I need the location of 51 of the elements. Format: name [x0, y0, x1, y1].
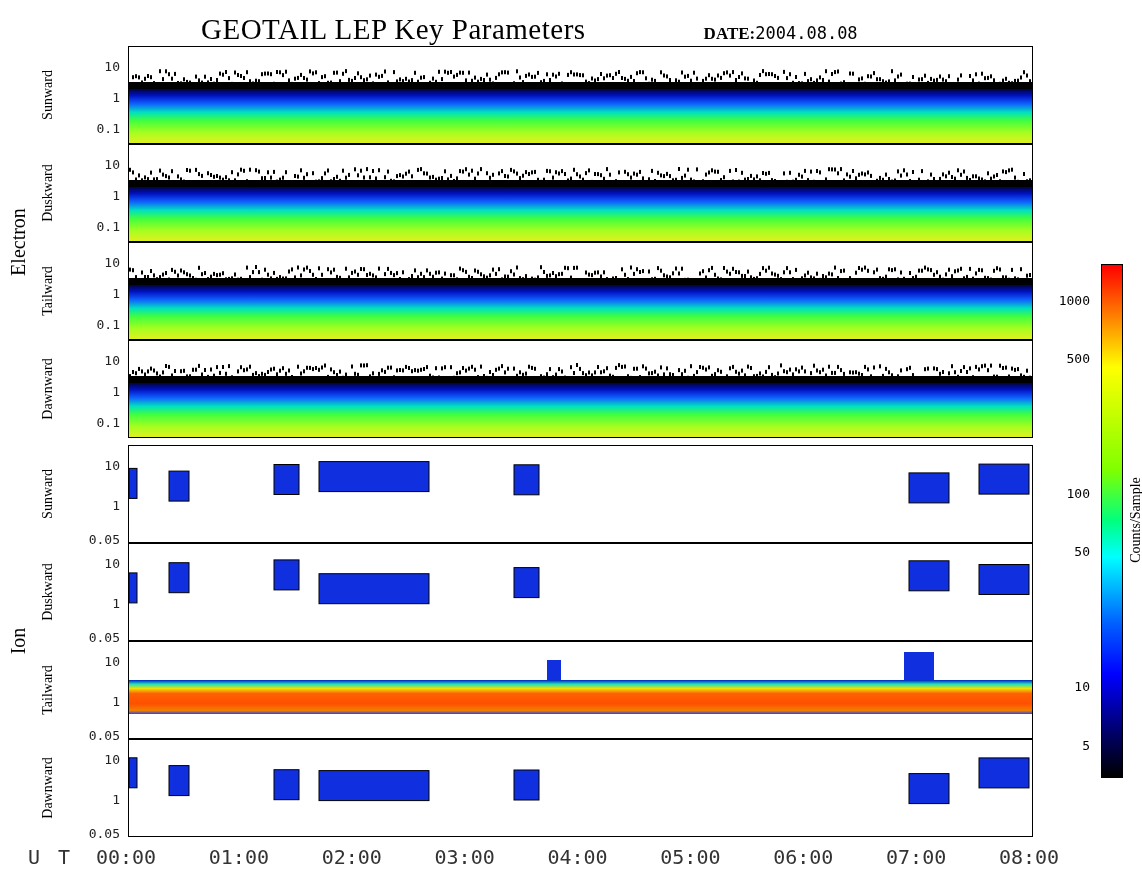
- panel-label: Tailward: [40, 266, 56, 316]
- panel-label: Duskward: [40, 563, 56, 621]
- axis-tick-label: 10: [104, 58, 120, 74]
- group-label: Electron: [6, 208, 30, 276]
- date-label: DATE:2004.08.08: [703, 23, 858, 45]
- axis-tick-label: 0.05: [88, 629, 120, 645]
- axis-tick-label: 03:00: [434, 845, 495, 869]
- axis-tick-label: 1: [112, 89, 120, 105]
- axis-tick-label: 10: [104, 156, 120, 172]
- colorbar-tick-label: 500: [1066, 350, 1090, 366]
- axis-tick-label: 0.05: [88, 727, 120, 743]
- colorbar-tick-label: 5: [1082, 737, 1090, 753]
- axis-tick-label: 0.05: [88, 531, 120, 547]
- axis-tick-label: 1: [112, 497, 120, 513]
- colorbar-tick-label: 50: [1074, 543, 1090, 559]
- axis-tick-label: 01:00: [208, 845, 269, 869]
- colorbar-tick-label: 100: [1066, 485, 1090, 501]
- axis-tick-label: 0.1: [96, 414, 120, 430]
- panel-label: Tailward: [40, 665, 56, 715]
- axis-tick-label: 0.1: [96, 316, 120, 332]
- axis-tick-label: 07:00: [886, 845, 947, 869]
- colorbar-tick-label: 1000: [1058, 292, 1090, 308]
- axis-tick-label: 1: [112, 187, 120, 203]
- axis-tick-label: 04:00: [547, 845, 608, 869]
- axis-tick-label: 1: [112, 693, 120, 709]
- panel-label: Sunward: [40, 469, 56, 519]
- axis-tick-label: 06:00: [773, 845, 834, 869]
- axis-tick-label: 10: [104, 457, 120, 473]
- axis-tick-label: 1: [112, 791, 120, 807]
- axis-tick-label: 10: [104, 555, 120, 571]
- axis-tick-label: 10: [104, 352, 120, 368]
- panel-label: Duskward: [40, 164, 56, 222]
- axis-tick-label: 0.1: [96, 218, 120, 234]
- axis-tick-label: 10: [104, 751, 120, 767]
- axis-tick-label: 08:00: [998, 845, 1060, 869]
- axis-tick-label: 00:00: [95, 845, 157, 869]
- panel-label: Dawnward: [40, 757, 56, 819]
- axis-tick-label: 10: [104, 254, 120, 270]
- panel-label: Dawnward: [40, 358, 56, 420]
- colorbar-tick-label: 10: [1074, 678, 1090, 694]
- axis-tick-label: 1: [112, 285, 120, 301]
- axis-tick-label: 02:00: [321, 845, 382, 869]
- axis-tick-label: 0.05: [88, 825, 120, 841]
- axis-tick-label: 0.1: [96, 120, 120, 136]
- group-label: Ion: [6, 627, 30, 655]
- plot-title: GEOTAIL LEP Key Parameters: [201, 13, 586, 46]
- axis-tick-label: 05:00: [660, 845, 721, 869]
- axis-tick-label: 1: [112, 595, 120, 611]
- axis-tick-label: 10: [104, 653, 120, 669]
- axis-tick-label: 1: [112, 383, 120, 399]
- panel-label: Sunward: [40, 70, 56, 120]
